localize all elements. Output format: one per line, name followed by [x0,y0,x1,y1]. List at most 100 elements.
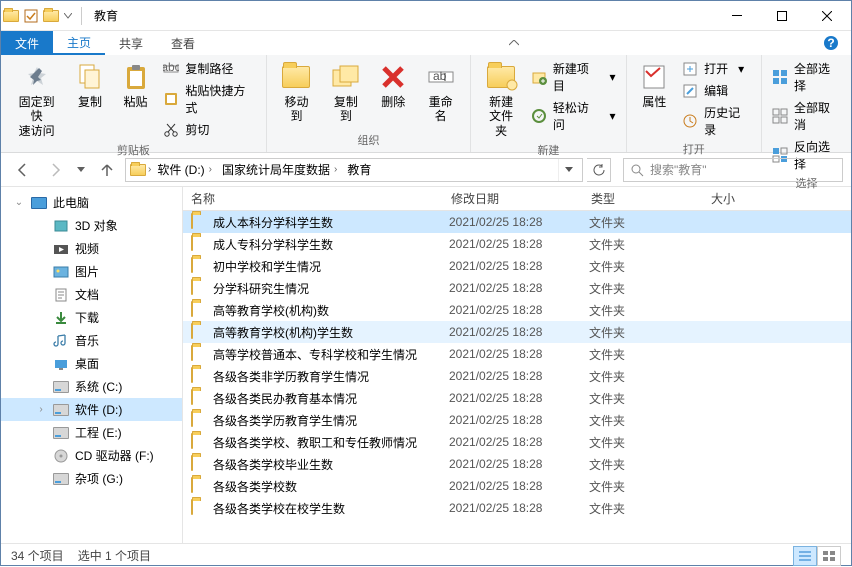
file-row[interactable]: 各级各类民办教育基本情况2021/02/25 18:28文件夹 [183,387,851,409]
ribbon-tabs: 文件 主页 共享 查看 ? [1,31,851,55]
tree-item[interactable]: ›软件 (D:) [1,398,182,421]
file-row[interactable]: 高等教育学校(机构)数2021/02/25 18:28文件夹 [183,299,851,321]
maximize-button[interactable] [759,1,804,30]
nav-tree[interactable]: ⌄ 此电脑 3D 对象视频图片文档下载音乐桌面系统 (C:)›软件 (D:)工程… [1,187,183,543]
folder-icon [191,324,207,340]
search-input[interactable]: 搜索"教育" [623,158,843,182]
up-button[interactable] [93,157,121,183]
easyaccess-button[interactable]: 轻松访问▾ [527,98,620,134]
file-row[interactable]: 成人本科分学科学生数2021/02/25 18:28文件夹 [183,211,851,233]
tab-home[interactable]: 主页 [53,31,105,55]
file-date: 2021/02/25 18:28 [449,259,589,273]
file-list[interactable]: 成人本科分学科学生数2021/02/25 18:28文件夹成人专科分学科学生数2… [183,211,851,543]
tree-item[interactable]: CD 驱动器 (F:) [1,444,182,467]
view-details-button[interactable] [793,546,817,566]
col-name[interactable]: 名称 [183,190,443,207]
ribbon-group-clipboard: 固定到快 速访问 复制 粘贴 abc复制路径 粘贴快捷方式 剪切 剪贴板 [1,55,267,152]
breadcrumb-segment[interactable]: 国家统计局年度数据› [218,161,341,178]
tree-item[interactable]: 杂项 (G:) [1,467,182,490]
moveto-button[interactable]: 移动到 [273,59,320,126]
ribbon-collapse-icon[interactable] [504,31,524,55]
expand-icon[interactable]: › [35,404,47,415]
pin-button[interactable]: 固定到快 速访问 [7,59,66,140]
tab-share[interactable]: 共享 [105,31,157,55]
file-date: 2021/02/25 18:28 [449,281,589,295]
newitem-button[interactable]: 新建项目▾ [527,59,620,95]
qat-properties-icon[interactable] [23,8,39,24]
file-row[interactable]: 各级各类学校在校学生数2021/02/25 18:28文件夹 [183,497,851,519]
forward-button[interactable] [41,157,69,183]
open-button[interactable]: 打开▾ [678,59,755,78]
refresh-button[interactable] [587,158,611,182]
recent-dropdown[interactable] [73,157,89,183]
folder-icon [191,258,207,274]
tree-icon [53,425,69,441]
chevron-down-icon: ▾ [738,62,744,76]
file-row[interactable]: 各级各类学校数2021/02/25 18:28文件夹 [183,475,851,497]
file-row[interactable]: 各级各类非学历教育学生情况2021/02/25 18:28文件夹 [183,365,851,387]
file-row[interactable]: 成人专科分学科学生数2021/02/25 18:28文件夹 [183,233,851,255]
shortcut-icon [163,91,179,107]
file-row[interactable]: 高等教育学校(机构)学生数2021/02/25 18:28文件夹 [183,321,851,343]
file-type: 文件夹 [589,214,709,231]
edit-button[interactable]: 编辑 [678,81,755,100]
col-date[interactable]: 修改日期 [443,190,583,207]
col-size[interactable]: 大小 [703,190,851,207]
file-row[interactable]: 初中学校和学生情况2021/02/25 18:28文件夹 [183,255,851,277]
copyto-button[interactable]: 复制到 [322,59,369,126]
tree-item[interactable]: 桌面 [1,352,182,375]
breadcrumb[interactable]: › 软件 (D:)› 国家统计局年度数据› 教育 [125,158,583,182]
file-row[interactable]: 各级各类学校毕业生数2021/02/25 18:28文件夹 [183,453,851,475]
newfolder-button[interactable]: 新建 文件夹 [477,59,525,140]
tree-item[interactable]: 图片 [1,260,182,283]
expand-icon[interactable]: ⌄ [13,197,25,208]
file-name: 初中学校和学生情况 [213,258,449,275]
file-row[interactable]: 分学科研究生情况2021/02/25 18:28文件夹 [183,277,851,299]
file-name: 分学科研究生情况 [213,280,449,297]
tree-item[interactable]: 音乐 [1,329,182,352]
tree-item[interactable]: 系统 (C:) [1,375,182,398]
file-row[interactable]: 高等学校普通本、专科学校和学生情况2021/02/25 18:28文件夹 [183,343,851,365]
copypath-button[interactable]: abc复制路径 [159,59,259,78]
tree-item[interactable]: 下载 [1,306,182,329]
tab-file[interactable]: 文件 [1,31,53,55]
chevron-right-icon[interactable]: › [148,164,151,175]
col-type[interactable]: 类型 [583,190,703,207]
file-row[interactable]: 各级各类学校、教职工和专任教师情况2021/02/25 18:28文件夹 [183,431,851,453]
view-icons-button[interactable] [817,546,841,566]
status-count: 34 个项目 [11,547,64,564]
breadcrumb-segment[interactable]: 软件 (D:)› [153,161,216,178]
tree-icon [53,379,69,395]
selectall-button[interactable]: 全部选择 [768,59,845,95]
folder-icon[interactable] [43,8,59,24]
back-button[interactable] [9,157,37,183]
cut-button[interactable]: 剪切 [159,120,259,139]
copypath-icon: abc [163,61,179,77]
tree-item[interactable]: 3D 对象 [1,214,182,237]
delete-button[interactable]: 删除 [372,59,415,111]
file-name: 成人本科分学科学生数 [213,214,449,231]
breadcrumb-segment[interactable]: 教育 [343,161,375,178]
tree-item[interactable]: 文档 [1,283,182,306]
selectnone-button[interactable]: 全部取消 [768,98,845,134]
help-icon[interactable]: ? [819,31,843,55]
qat-dropdown-icon[interactable] [63,8,73,24]
tree-item[interactable]: 工程 (E:) [1,421,182,444]
ribbon-group-select: 全部选择 全部取消 反向选择 选择 [762,55,851,152]
tab-view[interactable]: 查看 [157,31,209,55]
tree-item[interactable]: 视频 [1,237,182,260]
copy-icon [74,61,106,93]
minimize-button[interactable] [714,1,759,30]
close-button[interactable] [804,1,849,30]
history-button[interactable]: 历史记录 [678,103,755,139]
pasteshortcut-button[interactable]: 粘贴快捷方式 [159,81,259,117]
properties-button[interactable]: 属性 [633,59,677,111]
tree-thispc[interactable]: ⌄ 此电脑 [1,191,182,214]
breadcrumb-dropdown[interactable] [558,159,578,181]
rename-button[interactable]: ab 重命名 [417,59,464,126]
file-row[interactable]: 各级各类学历教育学生情况2021/02/25 18:28文件夹 [183,409,851,431]
paste-button[interactable]: 粘贴 [114,59,158,111]
easyaccess-icon [531,108,547,124]
file-type: 文件夹 [589,368,709,385]
copy-button[interactable]: 复制 [68,59,112,111]
